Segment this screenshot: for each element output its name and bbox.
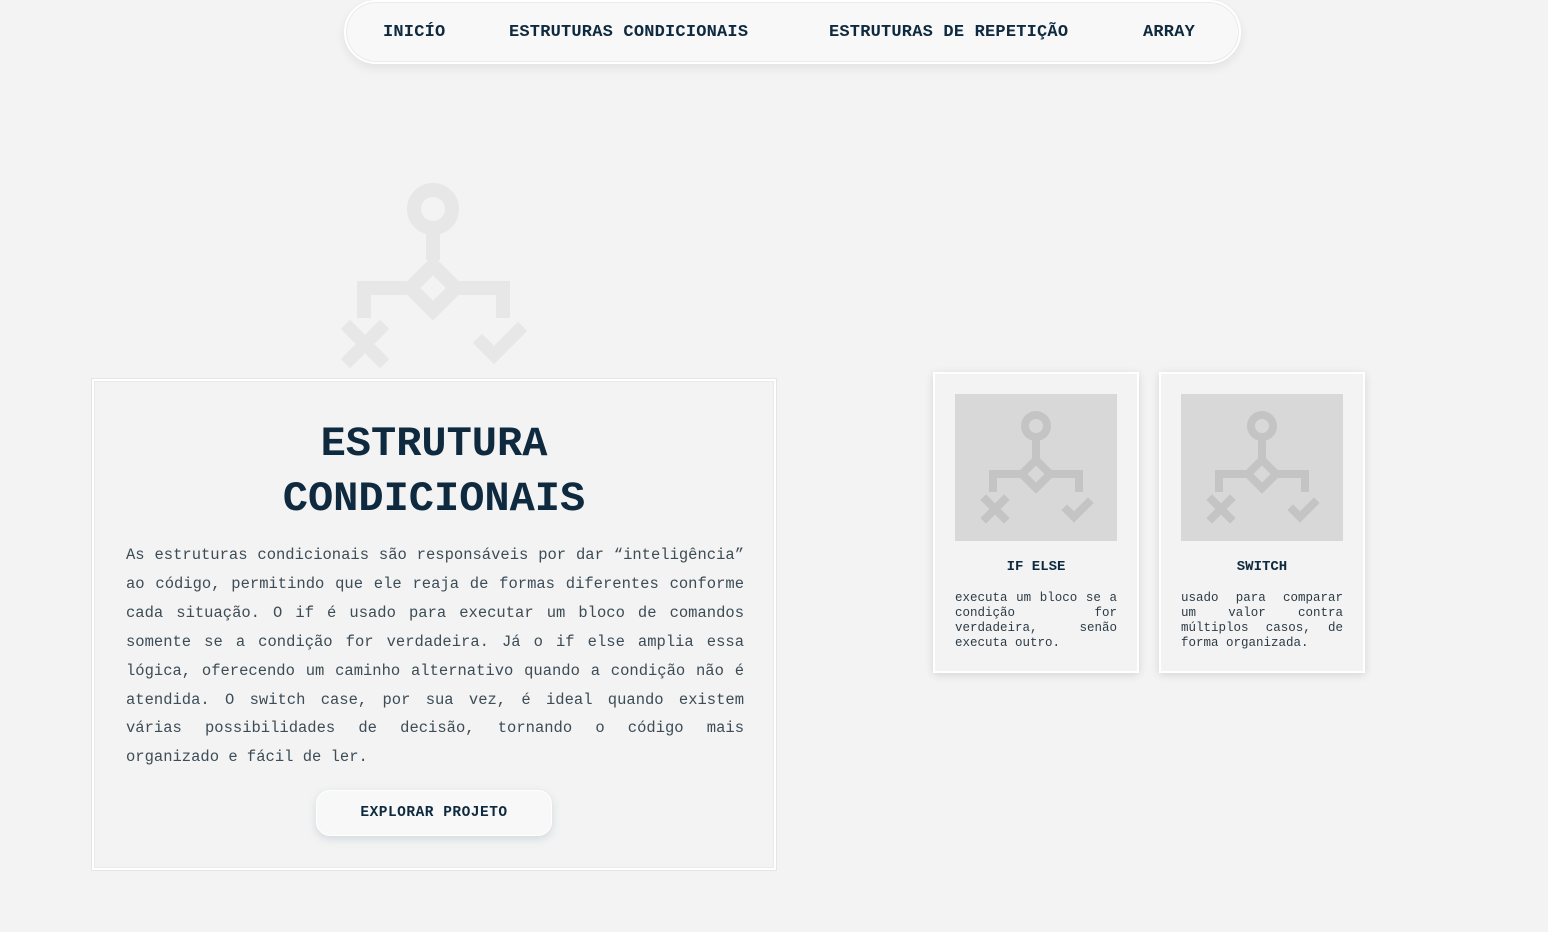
title-line-1: ESTRUTURA: [320, 420, 548, 468]
nav-item-estruturas-condicionais[interactable]: ESTRUTURAS CONDICIONAIS: [509, 23, 748, 42]
flowchart-decision-icon: [1206, 411, 1320, 524]
card-title: SWITCH: [1236, 559, 1288, 575]
nav-item-array[interactable]: ARRAY: [1143, 23, 1195, 42]
card-title: IF ELSE: [1006, 559, 1066, 575]
card-if-else[interactable]: IF ELSE executa um bloco se a condição f…: [933, 372, 1139, 673]
nav-item-estruturas-repeticao[interactable]: ESTRUTURAS DE REPETIÇÃO: [829, 23, 1068, 42]
top-navbar: INICÍO ESTRUTURAS CONDICIONAIS ESTRUTURA…: [344, 0, 1241, 64]
card-switch[interactable]: SWITCH usado para comparar um valor cont…: [1159, 372, 1365, 673]
description-text: As estruturas condicionais são responsáv…: [126, 546, 744, 767]
card-image: [955, 394, 1117, 541]
nav-item-inicio[interactable]: INICÍO: [383, 23, 445, 42]
card-image: [1181, 394, 1343, 541]
flowchart-decision-icon: [336, 178, 532, 374]
flowchart-decision-icon: [980, 411, 1094, 524]
title-line-2: CONDICIONAIS: [282, 475, 586, 523]
info-panel: ESTRUTURA CONDICIONAIS As estruturas con…: [92, 379, 776, 870]
card-description: usado para comparar um valor contra múlt…: [1181, 591, 1343, 650]
explore-project-button[interactable]: EXPLORAR PROJETO: [316, 790, 552, 836]
card-description: executa um bloco se a condição for verda…: [955, 591, 1117, 650]
page-title: ESTRUTURA CONDICIONAIS: [94, 417, 774, 527]
